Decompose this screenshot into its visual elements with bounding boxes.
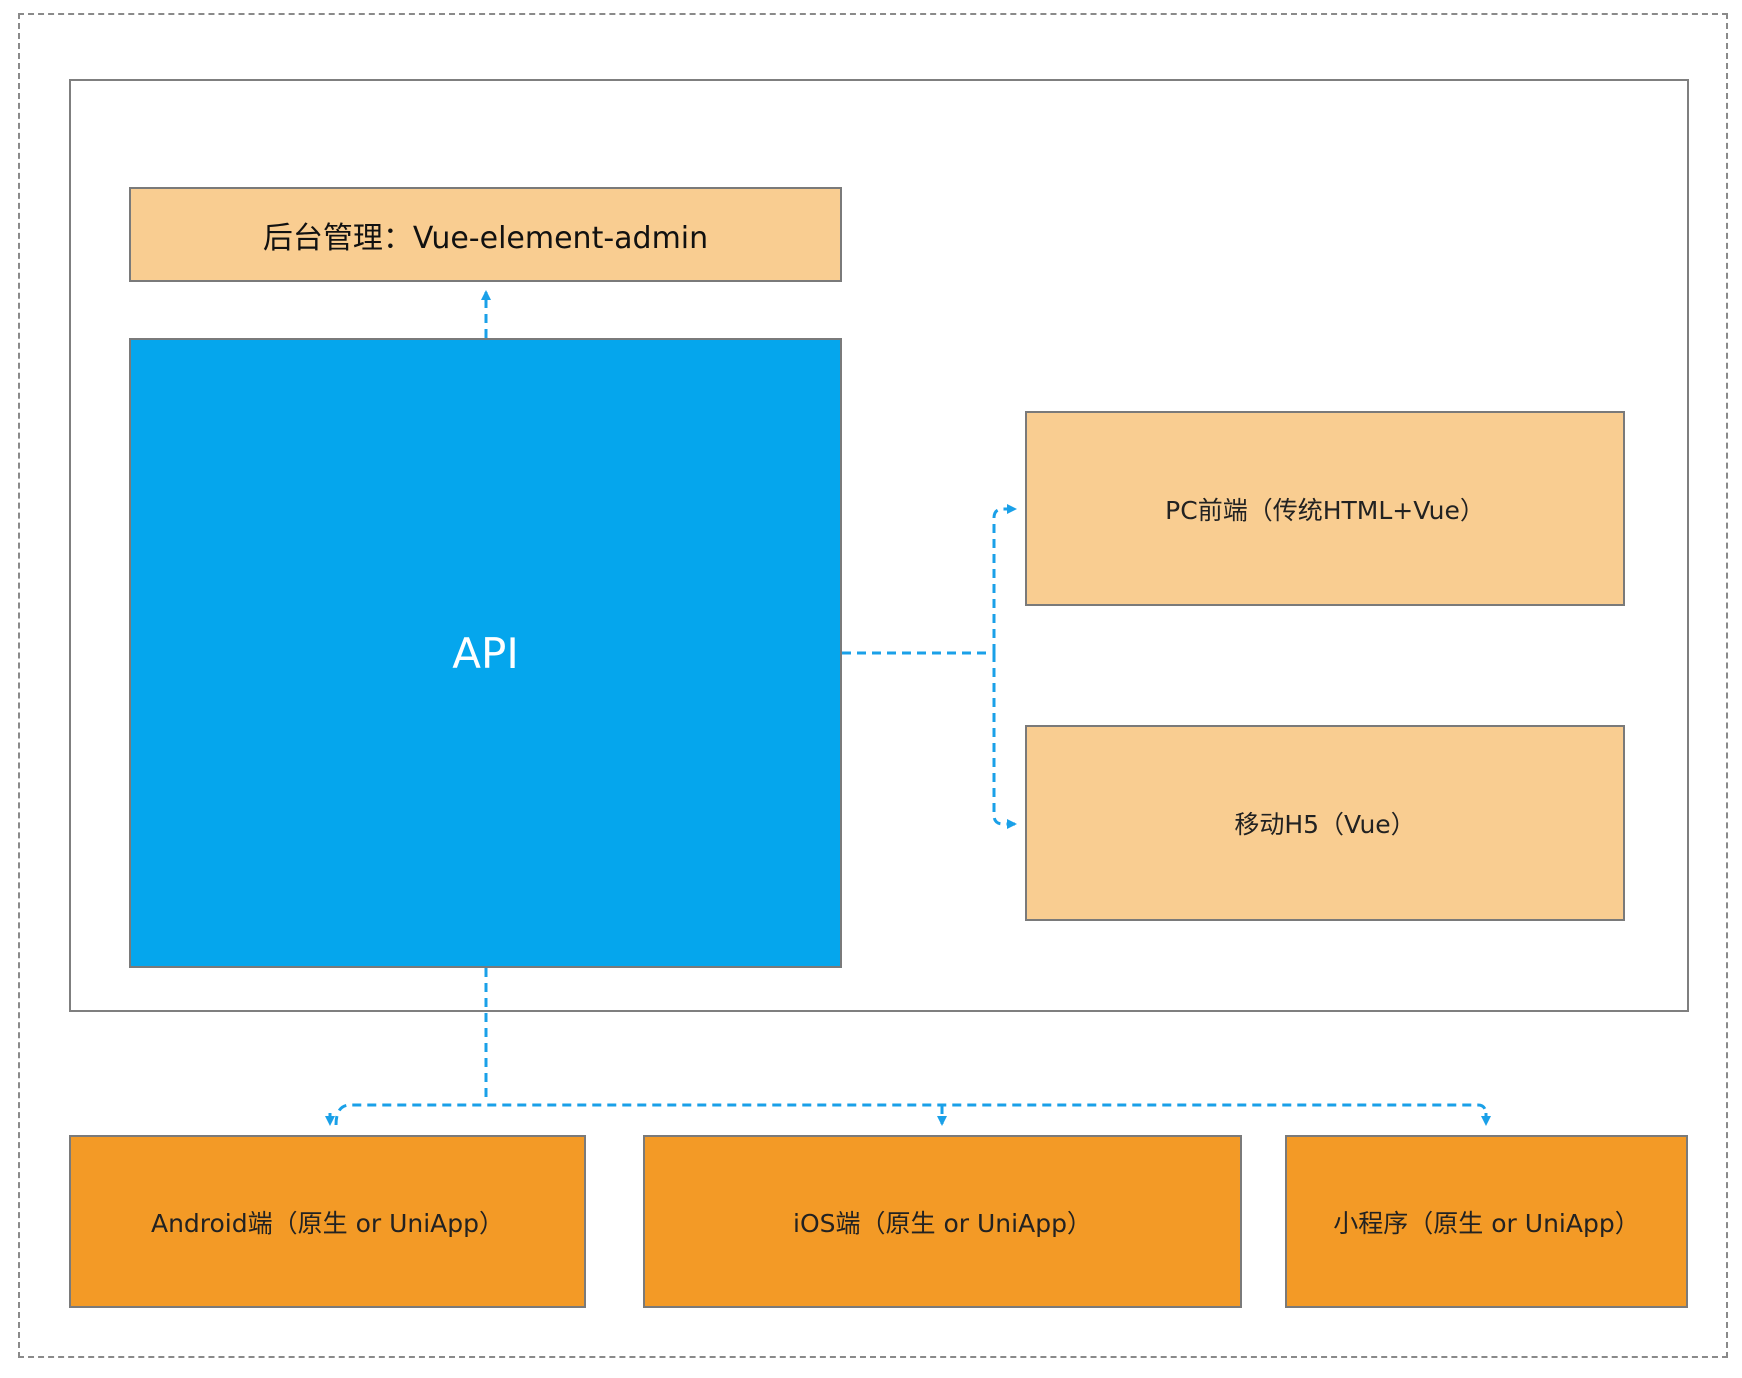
- mobile-h5-node: 移动H5（Vue）: [1025, 725, 1625, 921]
- mini-program-node: 小程序（原生 or UniApp）: [1285, 1135, 1688, 1308]
- diagram-canvas: 后台管理：Vue-element-admin API PC前端（传统HTML+V…: [0, 0, 1742, 1378]
- api-label: API: [452, 628, 519, 678]
- edge-api-to-h5: [992, 653, 1017, 829]
- mini-program-label: 小程序（原生 or UniApp）: [1333, 1208, 1640, 1238]
- ios-client-label: iOS端（原生 or UniApp）: [793, 1208, 1092, 1238]
- admin-backend-node: 后台管理：Vue-element-admin: [129, 187, 842, 282]
- pc-frontend-node: PC前端（传统HTML+Vue）: [1025, 411, 1625, 606]
- ios-client-node: iOS端（原生 or UniApp）: [643, 1135, 1242, 1308]
- edge-api-to-pc: [992, 504, 1017, 653]
- edge-bottom-bus: [334, 1103, 1488, 1126]
- admin-backend-label: 后台管理：Vue-element-admin: [262, 220, 709, 256]
- mobile-h5-label: 移动H5（Vue）: [1234, 810, 1416, 839]
- pc-frontend-label: PC前端（传统HTML+Vue）: [1165, 495, 1485, 525]
- android-client-label: Android端（原生 or UniApp）: [150, 1208, 505, 1238]
- api-node: API: [129, 338, 842, 968]
- android-client-node: Android端（原生 or UniApp）: [69, 1135, 586, 1308]
